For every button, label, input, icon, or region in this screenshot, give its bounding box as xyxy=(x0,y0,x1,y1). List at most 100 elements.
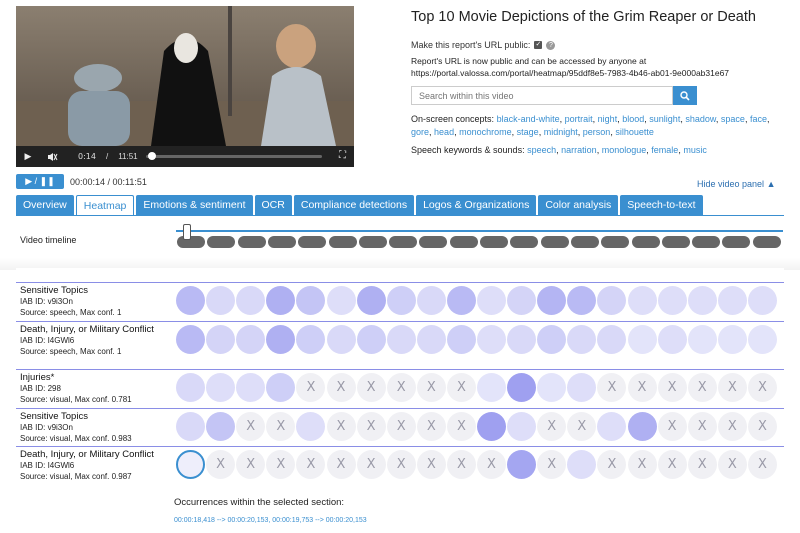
heatmap-cell[interactable] xyxy=(296,325,326,354)
concept-link[interactable]: midnight xyxy=(544,127,578,137)
timeline-segment[interactable] xyxy=(540,236,569,248)
timeline-segment[interactable] xyxy=(207,236,236,248)
heatmap-cell-empty[interactable]: X xyxy=(266,412,296,441)
timeline-segment[interactable] xyxy=(752,236,781,248)
tab-logos-organizations[interactable]: Logos & Organizations xyxy=(416,195,537,215)
help-icon[interactable]: ? xyxy=(546,40,556,50)
heatmap-cell[interactable] xyxy=(176,412,205,441)
heatmap-cell-empty[interactable]: X xyxy=(326,450,356,479)
heatmap-cell-empty[interactable]: X xyxy=(717,450,747,479)
timeline-segment[interactable] xyxy=(267,236,296,248)
concept-link[interactable]: space xyxy=(721,114,745,124)
heatmap-cell[interactable] xyxy=(477,373,506,402)
concept-link[interactable]: person xyxy=(583,127,611,137)
heatmap-cell[interactable] xyxy=(477,286,506,315)
heatmap-cell-empty[interactable]: X xyxy=(206,450,236,479)
heatmap-cell-empty[interactable]: X xyxy=(416,450,446,479)
heatmap-cell[interactable] xyxy=(416,286,446,315)
timeline-segment[interactable] xyxy=(358,236,387,248)
heatmap-cell[interactable] xyxy=(296,412,326,441)
concept-link[interactable]: gore xyxy=(411,127,429,137)
heatmap-cell[interactable] xyxy=(657,325,687,354)
fullscreen-icon[interactable]: ⛶ xyxy=(339,150,346,161)
heatmap-cell[interactable] xyxy=(627,286,657,315)
concept-link[interactable]: blood xyxy=(622,114,644,124)
checkbox-checked-icon[interactable]: ✓ xyxy=(534,41,543,49)
heatmap-cell[interactable] xyxy=(507,450,537,479)
speech-link[interactable]: female xyxy=(651,145,678,155)
concept-link[interactable]: black-and-white xyxy=(497,114,560,124)
heatmap-cell[interactable] xyxy=(326,286,356,315)
heatmap-cell-empty[interactable]: X xyxy=(747,373,777,402)
speech-link[interactable]: music xyxy=(683,145,707,155)
tab-compliance-detections[interactable]: Compliance detections xyxy=(293,195,415,215)
tab-emotions-sentiment[interactable]: Emotions & sentiment xyxy=(136,195,253,215)
concept-link[interactable]: face xyxy=(750,114,767,124)
heatmap-cell[interactable] xyxy=(446,286,476,315)
heatmap-cell-empty[interactable]: X xyxy=(687,450,717,479)
concept-link[interactable]: head xyxy=(434,127,454,137)
heatmap-cell-empty[interactable]: X xyxy=(687,412,717,441)
heatmap-cell[interactable] xyxy=(266,286,296,315)
heatmap-cell[interactable] xyxy=(717,286,747,315)
heatmap-cell[interactable] xyxy=(537,325,567,354)
timeline-segment[interactable] xyxy=(570,236,599,248)
heatmap-cell-empty[interactable]: X xyxy=(717,412,747,441)
concept-link[interactable]: portrait xyxy=(565,114,593,124)
heatmap-cell[interactable] xyxy=(747,325,777,354)
heatmap-cell-empty[interactable]: X xyxy=(296,373,326,402)
heatmap-cell[interactable] xyxy=(597,412,627,441)
heatmap-cell-empty[interactable]: X xyxy=(386,450,416,479)
tab-overview[interactable]: Overview xyxy=(16,195,74,215)
heatmap-cell[interactable] xyxy=(356,286,386,315)
heatmap-cell-empty[interactable]: X xyxy=(266,450,296,479)
timeline-segment[interactable] xyxy=(177,236,205,248)
concept-link[interactable]: silhouette xyxy=(615,127,654,137)
heatmap-cell[interactable] xyxy=(507,286,537,315)
heatmap-cell-empty[interactable]: X xyxy=(326,412,356,441)
heatmap-cell-empty[interactable]: X xyxy=(717,373,747,402)
heatmap-cell[interactable] xyxy=(657,286,687,315)
timeline-segment[interactable] xyxy=(419,236,448,248)
heatmap-cell[interactable] xyxy=(266,325,296,354)
timeline-segment[interactable] xyxy=(480,236,508,248)
mute-icon[interactable] xyxy=(40,146,64,167)
tab-ocr[interactable]: OCR xyxy=(254,195,292,215)
heatmap-cell[interactable] xyxy=(507,373,537,402)
heatmap-cell[interactable] xyxy=(507,412,537,441)
heatmap-cell[interactable] xyxy=(236,325,266,354)
heatmap-cell-empty[interactable]: X xyxy=(747,450,777,479)
video-scrubber[interactable] xyxy=(146,152,322,160)
concept-link[interactable]: monochrome xyxy=(459,127,512,137)
heatmap-cell[interactable] xyxy=(416,325,446,354)
heatmap-cell-empty[interactable]: X xyxy=(236,412,266,441)
concept-link[interactable]: stage xyxy=(517,127,539,137)
heatmap-cell[interactable] xyxy=(747,286,777,315)
heatmap-cell[interactable] xyxy=(206,325,236,354)
heatmap-cell-empty[interactable]: X xyxy=(627,373,657,402)
heatmap-cell[interactable] xyxy=(687,286,717,315)
concept-link[interactable]: night xyxy=(598,114,618,124)
timeline-segment[interactable] xyxy=(328,236,357,248)
heatmap-cell[interactable] xyxy=(717,325,747,354)
timeline-segment[interactable] xyxy=(661,236,690,248)
heatmap-cell-empty[interactable]: X xyxy=(597,373,627,402)
heatmap-cell[interactable] xyxy=(627,325,657,354)
heatmap-cell-empty[interactable]: X xyxy=(356,373,386,402)
timeline-handle[interactable] xyxy=(183,224,191,240)
heatmap-cell[interactable] xyxy=(266,373,296,402)
heatmap-cell[interactable] xyxy=(537,286,567,315)
search-input[interactable] xyxy=(411,86,673,105)
heatmap-cell[interactable] xyxy=(176,286,205,315)
heatmap-cell[interactable] xyxy=(326,325,356,354)
timeline-segment[interactable] xyxy=(631,236,660,248)
heatmap-cell[interactable] xyxy=(627,412,657,441)
timeline-segment[interactable] xyxy=(389,236,418,248)
heatmap-cell-empty[interactable]: X xyxy=(326,373,356,402)
heatmap-cell-empty[interactable]: X xyxy=(657,412,687,441)
heatmap-cell-empty[interactable]: X xyxy=(356,450,386,479)
heatmap-cell[interactable] xyxy=(206,412,236,441)
heatmap-cell[interactable] xyxy=(687,325,717,354)
heatmap-cell-empty[interactable]: X xyxy=(296,450,326,479)
video-player[interactable]: ▶ 0:14 / 11:51 ⛶ xyxy=(16,6,354,167)
